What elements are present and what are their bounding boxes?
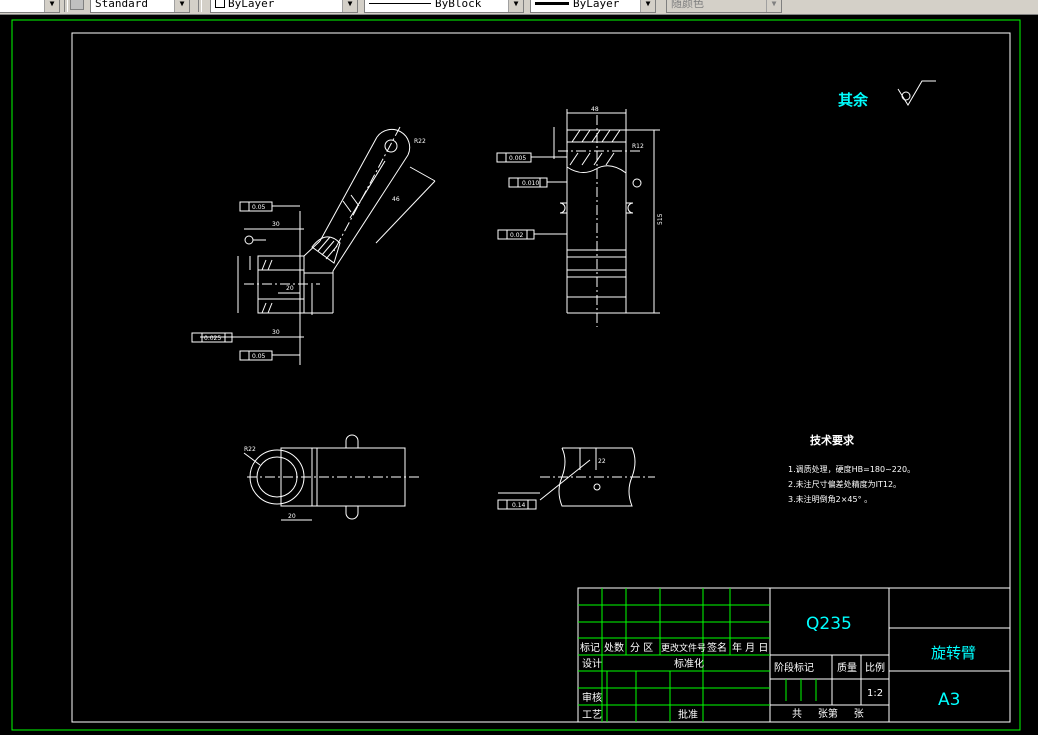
chevron-down-icon: ▼ <box>508 0 523 12</box>
scale-text: 1:2 <box>867 688 883 699</box>
chevron-down-icon: ▼ <box>44 0 59 12</box>
label-approve: 批准 <box>678 708 698 721</box>
plot-style-select[interactable]: 随颜色 ▼ <box>666 0 782 13</box>
label-process: 工艺 <box>582 709 602 721</box>
text-style-select[interactable]: Standard ▼ <box>90 0 190 13</box>
bottom-right-labels: 22 0.14 <box>512 458 606 509</box>
label-ratio: 比例 <box>865 661 885 674</box>
text-style-icon[interactable] <box>70 0 84 10</box>
lineweight-sample-icon <box>535 2 569 5</box>
part-name-text: 旋转臂 <box>931 644 976 662</box>
roughness-label: 其余 <box>838 91 869 109</box>
label-review: 审核 <box>582 691 602 704</box>
right-ft3-value: 0.02 <box>510 232 524 239</box>
title-block: Q235 旋转臂 A3 1:2 标记 处数 分 区 更改文件号 签名 年 月 日… <box>577 587 1011 723</box>
bottom-left-labels: R22 20 <box>244 446 296 520</box>
lineweight-select[interactable]: ByLayer ▼ <box>530 0 656 13</box>
right-dim-r12: R12 <box>632 143 644 150</box>
bottom-left-view <box>243 434 420 521</box>
color-select[interactable]: ByLayer ▼ <box>210 0 358 13</box>
roughness-symbol-icon <box>897 80 936 106</box>
label-stage-mark: 阶段标记 <box>774 661 814 674</box>
toolbar-separator <box>198 0 202 12</box>
tech-req-item-1: 1.调质处理，硬度HB=180~220。 <box>788 464 915 474</box>
right-ft2-value: 0.010 <box>522 180 539 187</box>
hdr-sign: 签名 <box>707 641 727 654</box>
label-design: 设计 <box>582 657 602 670</box>
left-dim-r22: R22 <box>414 138 426 145</box>
hdr-change-doc: 更改文件号 <box>661 642 706 654</box>
text-style-value: Standard <box>95 0 148 10</box>
sheet-outer-border <box>11 19 1021 731</box>
right-dim-515: 515 <box>657 213 664 225</box>
material-text: Q235 <box>806 614 852 634</box>
bl-dim-r22: R22 <box>244 446 256 453</box>
right-main-view <box>496 109 660 327</box>
linetype-value: ByBlock <box>435 0 482 10</box>
left-dim-30: 30 <box>272 221 280 228</box>
left-main-view <box>191 126 436 365</box>
left-ft2-value: 0.025 <box>204 335 221 342</box>
tech-req-item-3: 3.未注明倒角2×45° 。 <box>788 494 872 504</box>
lineweight-value: ByLayer <box>573 0 620 10</box>
color-value: ByLayer <box>228 0 275 10</box>
right-ft1-value: 0.005 <box>509 155 526 162</box>
tech-req-item-2: 2.未注尺寸偏差处精度为IT12。 <box>788 479 901 489</box>
label-standardize: 标准化 <box>674 657 704 670</box>
drawing-canvas[interactable]: 其余 0.05 0.025 0.05 30 30 R22 20 46 48 0.… <box>0 15 1038 735</box>
hdr-mark: 标记 <box>580 642 600 654</box>
color-swatch-icon <box>215 0 225 8</box>
tech-req-title: 技术要求 <box>810 433 855 447</box>
left-dim-46: 46 <box>392 196 400 203</box>
bottom-right-view <box>497 447 655 510</box>
chevron-down-icon: ▼ <box>766 0 781 12</box>
toolbar-separator <box>64 0 68 12</box>
left-ft1-value: 0.05 <box>252 204 266 211</box>
hdr-date: 年 月 日 <box>732 641 768 654</box>
br-ft-value: 0.14 <box>512 502 526 509</box>
toolbar-dropdown-partial[interactable]: ▼ <box>0 0 60 13</box>
tech-requirements: 技术要求 1.调质处理，硬度HB=180~220。 2.未注尺寸偏差处精度为IT… <box>788 433 915 504</box>
label-sheets: 共 张第 张 <box>792 707 864 720</box>
hdr-count: 处数 <box>604 641 624 654</box>
sheet-frame <box>71 32 1011 723</box>
label-mass: 质量 <box>837 662 857 674</box>
chevron-down-icon: ▼ <box>342 0 357 12</box>
paper-size-text: A3 <box>938 690 960 710</box>
properties-toolbar: ▼ Standard ▼ ByLayer ▼ ByBlock ▼ ByLayer… <box>0 0 1038 15</box>
hdr-zone: 分 区 <box>630 642 653 654</box>
bl-dim-20: 20 <box>288 513 296 520</box>
left-dim-30b: 30 <box>272 329 280 336</box>
right-dim-48: 48 <box>591 106 599 113</box>
plot-style-value: 随颜色 <box>671 0 704 10</box>
linetype-select[interactable]: ByBlock ▼ <box>364 0 524 13</box>
left-ft3-value: 0.05 <box>252 353 266 360</box>
chevron-down-icon: ▼ <box>174 0 189 12</box>
linetype-sample-icon <box>369 3 431 4</box>
left-dim-20: 20 <box>286 285 294 292</box>
br-dim-22: 22 <box>598 458 606 465</box>
drawing-svg: 其余 0.05 0.025 0.05 30 30 R22 20 46 48 0.… <box>11 19 1021 731</box>
chevron-down-icon: ▼ <box>640 0 655 12</box>
